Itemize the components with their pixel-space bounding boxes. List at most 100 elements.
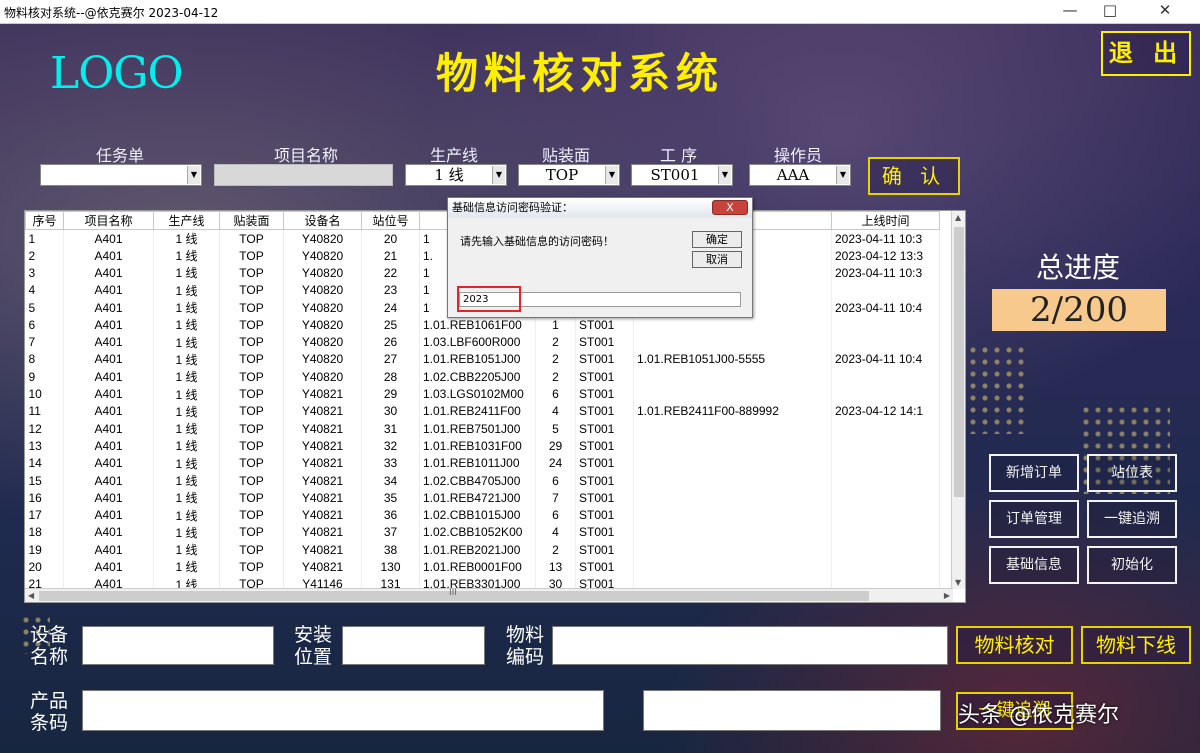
table-row[interactable]: 7 A401 1 线 TOP Y40820 26 1.03.LBF600R000 2 ST001	[25, 333, 940, 351]
table-row[interactable]: 17 A401 1 线 TOP Y40821 36 1.02.CBB1015J00 6 ST00…	[25, 506, 940, 524]
table-cell: 2023-04-11 10:3	[831, 264, 940, 282]
material-check-button[interactable]: 物料核对	[956, 626, 1073, 664]
table-row[interactable]: 8 A401 1 线 TOP Y40820 27 1.01.REB1051J00 2 ST001…	[25, 350, 940, 369]
column-header[interactable]: 序号	[25, 211, 64, 230]
scroll-right-icon[interactable]: ▶	[944, 591, 950, 600]
column-header[interactable]: 站位号	[361, 211, 420, 230]
chevron-down-icon[interactable]: ▼	[718, 166, 731, 184]
column-header[interactable]: 项目名称	[63, 211, 154, 230]
column-header[interactable]: 上线时间	[831, 211, 940, 230]
initialize-button[interactable]: 初始化	[1087, 546, 1177, 584]
table-cell: A401	[63, 298, 154, 317]
table-cell: 1.01.REB0001F00	[419, 558, 536, 576]
table-cell: Y40821	[283, 541, 362, 559]
table-row[interactable]: 18 A401 1 线 TOP Y40821 37 1.02.CBB1052K00 4 ST00…	[25, 523, 940, 542]
column-header[interactable]: 设备名	[283, 211, 362, 230]
scroll-grip: III	[449, 588, 457, 598]
column-header[interactable]: 贴装面	[219, 211, 284, 230]
table-row[interactable]: 14 A401 1 线 TOP Y40821 33 1.01.REB1011J00 24 ST0…	[25, 454, 940, 472]
table-cell: TOP	[219, 471, 284, 490]
material-field[interactable]	[552, 626, 948, 665]
vertical-scrollbar[interactable]: ▲ ▼	[951, 211, 965, 589]
table-cell: TOP	[219, 402, 284, 420]
table-cell: Y40820	[283, 247, 362, 265]
table-cell	[633, 385, 832, 403]
scroll-left-icon[interactable]: ◀	[28, 591, 34, 600]
table-cell: 2	[535, 350, 576, 369]
table-cell	[831, 523, 940, 542]
table-cell	[831, 454, 940, 472]
ok-button[interactable]: 确定	[692, 231, 742, 248]
table-row[interactable]: 19 A401 1 线 TOP Y40821 38 1.01.REB2021J00 2 ST00…	[25, 541, 940, 559]
maximize-button[interactable]: □	[1090, 0, 1130, 22]
station-table-button[interactable]: 站位表	[1087, 454, 1177, 492]
new-order-button[interactable]: 新增订单	[989, 454, 1079, 492]
task-select[interactable]: ▼	[40, 164, 202, 186]
table-cell: 1.02.CBB1015J00	[419, 506, 536, 524]
position-field[interactable]	[342, 626, 485, 665]
process-value: ST001	[650, 166, 700, 184]
table-row[interactable]: 13 A401 1 线 TOP Y40821 32 1.01.REB1031F00 29 ST0…	[25, 437, 940, 455]
horizontal-scrollbar[interactable]: ◀ III ▶	[25, 588, 953, 602]
table-cell: ST001	[575, 506, 634, 524]
confirm-button[interactable]: 确 认	[868, 157, 960, 195]
table-cell: 2023-04-12 13:3	[831, 247, 940, 265]
process-select[interactable]: ST001 ▼	[631, 164, 733, 186]
table-cell: ST001	[575, 471, 634, 490]
table-row[interactable]: 9 A401 1 线 TOP Y40820 28 1.02.CBB2205J00 2 ST001	[25, 368, 940, 386]
table-row[interactable]: 10 A401 1 线 TOP Y40821 29 1.03.LGS0102M00 6 ST00…	[25, 385, 940, 403]
scroll-down-icon[interactable]: ▼	[955, 578, 961, 587]
line-select[interactable]: 1 线 ▼	[405, 164, 507, 186]
table-cell: A401	[63, 333, 154, 351]
table-cell: ST001	[575, 368, 634, 386]
table-cell: 8	[25, 350, 64, 369]
material-unload-button[interactable]: 物料下线	[1081, 626, 1191, 664]
barcode-field-2[interactable]	[643, 690, 941, 731]
table-row[interactable]: 11 A401 1 线 TOP Y40821 30 1.01.REB2411F00 4 ST00…	[25, 402, 940, 420]
table-cell: 16	[25, 489, 64, 507]
table-cell: 27	[361, 350, 420, 369]
minimize-button[interactable]: —	[1050, 0, 1090, 22]
trace-button[interactable]: 一键追溯	[1087, 500, 1177, 538]
table-cell: 1	[535, 316, 576, 334]
table-cell: 20	[361, 229, 420, 247]
table-cell: A401	[63, 419, 154, 438]
chevron-down-icon[interactable]: ▼	[187, 166, 200, 184]
table-cell: TOP	[219, 437, 284, 455]
exit-button[interactable]: 退 出	[1101, 31, 1191, 76]
table-cell: 4	[535, 523, 576, 542]
chevron-down-icon[interactable]: ▼	[836, 166, 849, 184]
equipment-label: 设备 名称	[30, 624, 69, 668]
table-cell: TOP	[219, 350, 284, 369]
table-cell	[633, 454, 832, 472]
table-row[interactable]: 12 A401 1 线 TOP Y40821 31 1.01.REB7501J00 5 ST00…	[25, 419, 940, 438]
close-icon[interactable]: X	[712, 200, 748, 215]
table-cell: 1.03.LGS0102M00	[419, 385, 536, 403]
side-select[interactable]: TOP ▼	[518, 164, 620, 186]
table-cell	[633, 506, 832, 524]
scroll-thumb[interactable]: III	[39, 588, 869, 601]
operator-select[interactable]: AAA ▼	[749, 164, 851, 186]
table-row[interactable]: 6 A401 1 线 TOP Y40820 25 1.01.REB1061F00 1 ST001	[25, 316, 940, 334]
table-row[interactable]: 16 A401 1 线 TOP Y40821 35 1.01.REB4721J00 7 ST00…	[25, 489, 940, 507]
column-header[interactable]: 生产线	[153, 211, 220, 230]
table-row[interactable]: 15 A401 1 线 TOP Y40821 34 1.02.CBB4705J00 6 ST00…	[25, 471, 940, 490]
table-cell: 23	[361, 281, 420, 299]
chevron-down-icon[interactable]: ▼	[605, 166, 618, 184]
table-cell: 1 线	[153, 523, 220, 542]
basic-info-button[interactable]: 基础信息	[989, 546, 1079, 584]
cancel-button[interactable]: 取消	[692, 251, 742, 268]
table-cell: 22	[361, 264, 420, 282]
line-label: 生产线	[430, 146, 479, 165]
close-window-button[interactable]: ✕	[1140, 0, 1190, 22]
scroll-up-icon[interactable]: ▲	[955, 213, 961, 222]
order-manage-button[interactable]: 订单管理	[989, 500, 1079, 538]
table-cell: TOP	[219, 333, 284, 351]
chevron-down-icon[interactable]: ▼	[492, 166, 505, 184]
table-cell: 1 线	[153, 558, 220, 576]
product-barcode-field[interactable]	[82, 690, 604, 731]
scroll-thumb[interactable]	[954, 227, 964, 497]
project-field[interactable]	[214, 164, 393, 186]
table-row[interactable]: 20 A401 1 线 TOP Y40821 130 1.01.REB0001F00 13 ST…	[25, 558, 940, 576]
equipment-field[interactable]	[82, 626, 274, 665]
